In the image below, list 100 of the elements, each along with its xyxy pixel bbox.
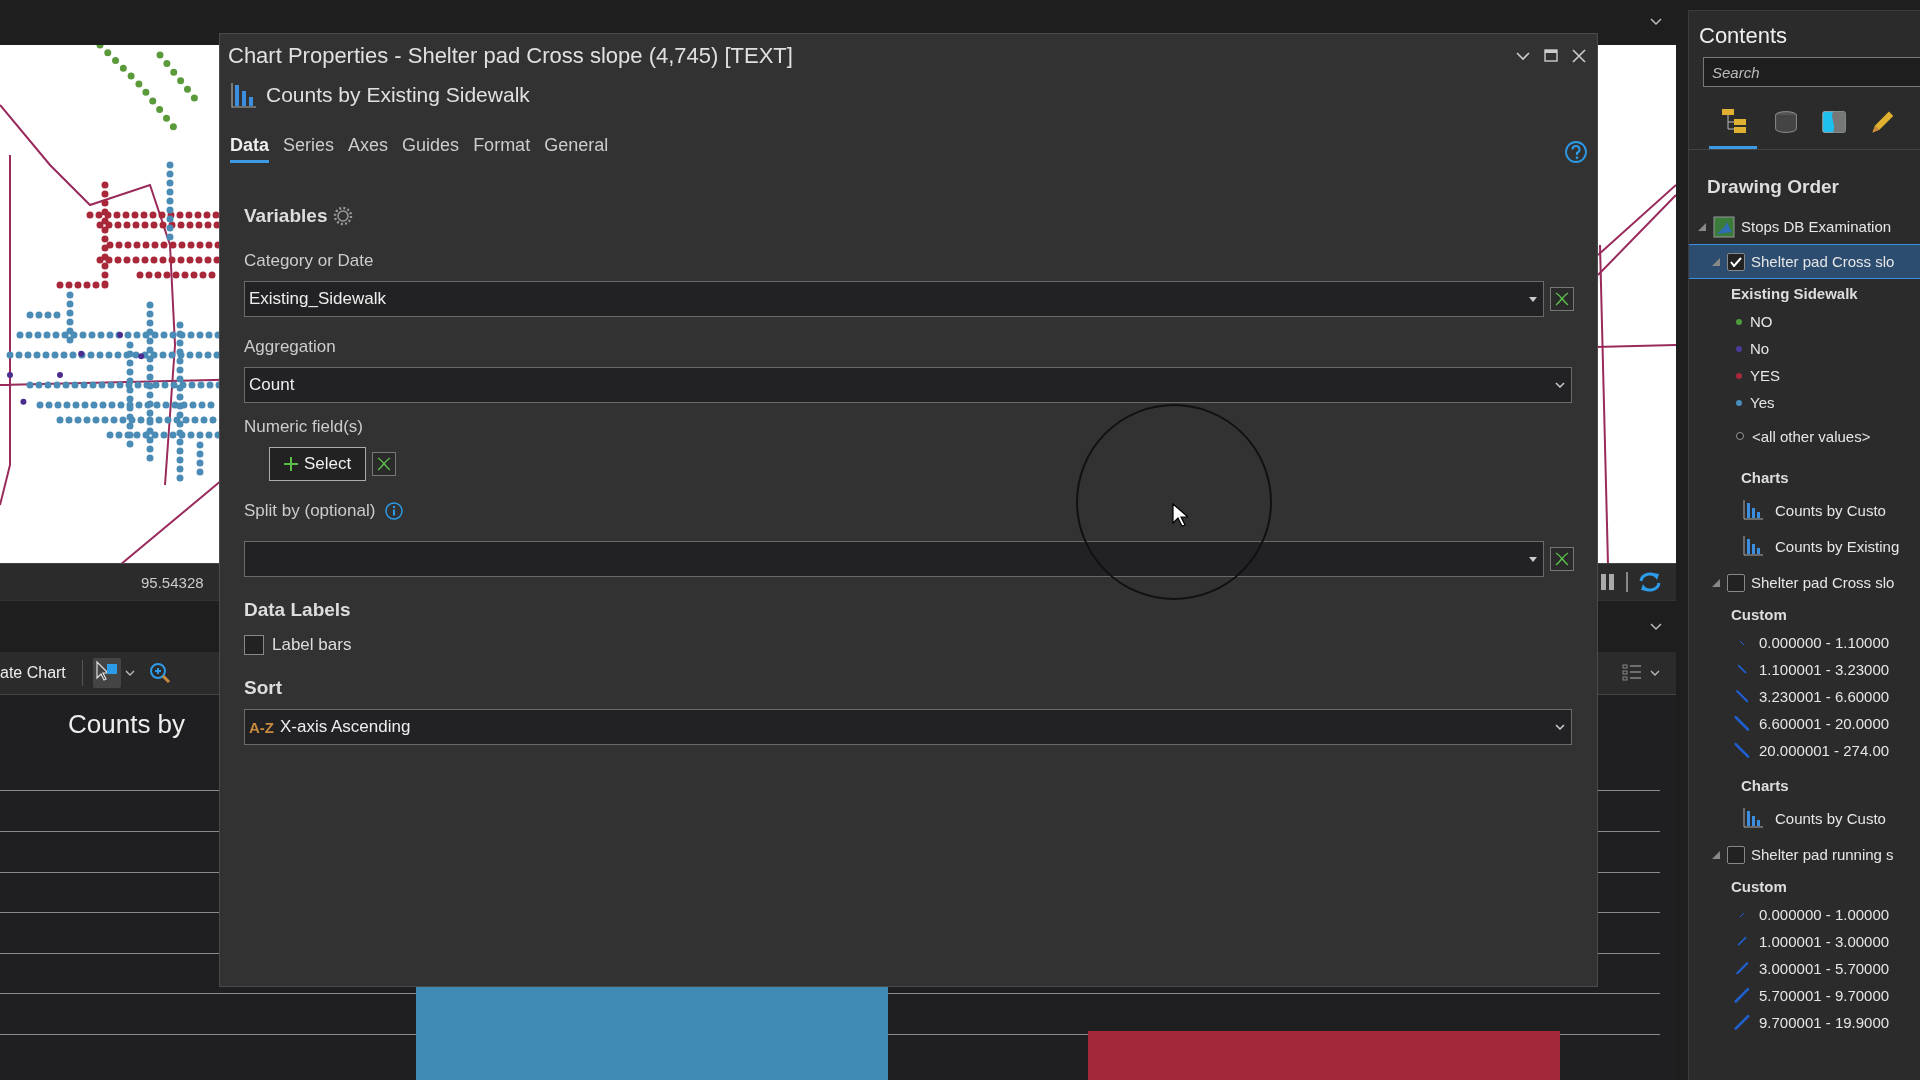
plus-icon xyxy=(284,457,298,471)
line-symbol-icon xyxy=(1734,689,1750,704)
legend-label: <all other values> xyxy=(1752,427,1871,445)
map-icon xyxy=(1713,215,1735,238)
line-symbol-icon xyxy=(1736,664,1748,675)
bar-chart-icon xyxy=(1743,536,1763,556)
pause-icon[interactable] xyxy=(1600,573,1616,592)
clear-icon xyxy=(1554,551,1570,567)
tab[interactable]: General xyxy=(544,135,609,163)
legend-label: 9.700001 - 19.9000 xyxy=(1759,1014,1890,1031)
legend-label: 3.000001 - 5.70000 xyxy=(1759,960,1890,977)
expand-arrow-icon[interactable] xyxy=(1697,221,1707,232)
section-heading: Sort xyxy=(244,677,282,699)
dropdown[interactable]: A-Z X-axis Ascending xyxy=(244,709,1572,745)
line-symbol-icon xyxy=(1739,639,1745,646)
legend-label: 6.600001 - 20.0000 xyxy=(1759,715,1890,732)
select-tool-icon[interactable] xyxy=(94,660,119,683)
chart-item[interactable]: Counts by Existing xyxy=(1775,537,1900,555)
clear-button[interactable] xyxy=(372,452,397,476)
source-icon xyxy=(1773,108,1799,136)
field-label: Numeric field(s) xyxy=(244,417,364,437)
chevron-down-icon[interactable] xyxy=(1650,622,1662,631)
info-icon[interactable] xyxy=(385,502,404,520)
close-icon[interactable] xyxy=(1571,48,1587,64)
field-label: Aggregation xyxy=(244,337,336,357)
caret-icon[interactable] xyxy=(124,670,135,677)
chart-name: Counts by Existing Sidewalk xyxy=(266,83,530,107)
legend-label: 3.230001 - 6.60000 xyxy=(1759,688,1890,705)
pointer-icon xyxy=(1172,503,1188,527)
toolbar-button[interactable]: ate Chart xyxy=(0,664,76,683)
layer-name: Shelter pad running s xyxy=(1751,846,1894,863)
dropdown[interactable] xyxy=(244,541,1544,577)
line-symbol-icon xyxy=(1734,961,1750,976)
checkbox[interactable] xyxy=(1727,252,1745,271)
layer-row[interactable]: Shelter pad Cross slo xyxy=(1689,245,1920,278)
legend-heading: Custom xyxy=(1731,877,1787,895)
line-symbol-icon xyxy=(1739,911,1745,918)
clear-icon xyxy=(1554,291,1570,307)
section-heading: Drawing Order xyxy=(1706,175,1840,199)
checkbox-label: Label bars xyxy=(272,635,352,655)
bar-chart-icon xyxy=(1743,808,1763,828)
legend-label: YES xyxy=(1750,367,1780,384)
line-symbol-icon xyxy=(1733,986,1751,1005)
window-title: Chart Properties - Shelter pad Cross slope (4,745) [TEXT] xyxy=(228,43,794,69)
clear-icon xyxy=(376,456,393,472)
expand-arrow-icon[interactable] xyxy=(1711,849,1721,860)
tab[interactable]: Guides xyxy=(402,135,460,163)
legend-label: 20.000001 - 274.00 xyxy=(1759,742,1890,759)
section-heading: Variables xyxy=(244,205,328,227)
tab[interactable]: Data xyxy=(230,135,269,163)
zoom-in-icon[interactable] xyxy=(148,662,171,685)
field-label: Split by (optional) xyxy=(244,501,376,521)
dropdown[interactable]: Count xyxy=(244,367,1572,403)
refresh-icon[interactable] xyxy=(1638,571,1662,594)
expand-arrow-icon[interactable] xyxy=(1711,256,1721,267)
line-symbol-icon xyxy=(1733,714,1751,733)
bar-chart-icon xyxy=(1743,500,1763,520)
caret-icon xyxy=(1529,296,1537,302)
charts-heading: Charts xyxy=(1741,468,1789,486)
legend-label: 1.000001 - 3.00000 xyxy=(1759,933,1890,950)
legend-label: 0.000000 - 1.00000 xyxy=(1759,906,1890,923)
legend-label: 5.700001 - 9.70000 xyxy=(1759,987,1890,1004)
expand-arrow-icon[interactable] xyxy=(1711,577,1721,588)
layer-row[interactable]: Shelter pad Cross slo xyxy=(1689,566,1920,599)
select-button[interactable]: Select xyxy=(269,447,367,481)
maximize-icon[interactable] xyxy=(1543,48,1559,64)
layer-row[interactable]: Shelter pad running s xyxy=(1689,838,1920,871)
map-icon xyxy=(1821,108,1847,136)
chart-item[interactable]: Counts by Custo xyxy=(1775,809,1886,827)
chevron-down-icon[interactable] xyxy=(1650,18,1662,27)
legend-heading: Custom xyxy=(1731,605,1787,623)
caret-icon[interactable] xyxy=(1650,670,1660,677)
tab[interactable]: Axes xyxy=(348,135,389,163)
legend-heading: Existing Sidewalk xyxy=(1731,284,1858,302)
tree-item[interactable]: Stops DB Examination xyxy=(1741,218,1892,235)
checkbox[interactable] xyxy=(1727,573,1745,592)
chart-item[interactable]: Counts by Custo xyxy=(1775,501,1886,519)
legend-label: Yes xyxy=(1750,394,1775,411)
legend-label: 0.000000 - 1.10000 xyxy=(1759,634,1890,651)
chevron-down-icon xyxy=(1555,724,1565,730)
dropdown[interactable]: Existing_Sidewalk xyxy=(244,281,1544,317)
clear-button[interactable] xyxy=(1550,287,1574,311)
layer-view-tab[interactable] xyxy=(1709,107,1757,149)
checkbox[interactable] xyxy=(1727,845,1745,864)
legend-label: No xyxy=(1750,340,1770,357)
bar-chart-icon xyxy=(230,81,258,109)
legend-label: 1.100001 - 3.23000 xyxy=(1759,661,1890,678)
search-field[interactable]: Search xyxy=(1703,57,1920,87)
tab[interactable]: Series xyxy=(283,135,335,163)
layer-name: Shelter pad Cross slo xyxy=(1751,253,1895,270)
checkbox[interactable] xyxy=(244,635,264,655)
clear-button[interactable] xyxy=(1550,547,1574,571)
panel-title: Contents xyxy=(1698,22,1789,49)
coordinate-readout: 95.54328 xyxy=(141,573,204,591)
legend-icon[interactable] xyxy=(1622,663,1642,684)
line-symbol-icon xyxy=(1736,936,1748,947)
section-heading: Data Labels xyxy=(244,599,351,621)
help-icon[interactable] xyxy=(1565,141,1587,163)
tab[interactable]: Format xyxy=(473,135,531,163)
gear-icon[interactable] xyxy=(333,206,354,226)
